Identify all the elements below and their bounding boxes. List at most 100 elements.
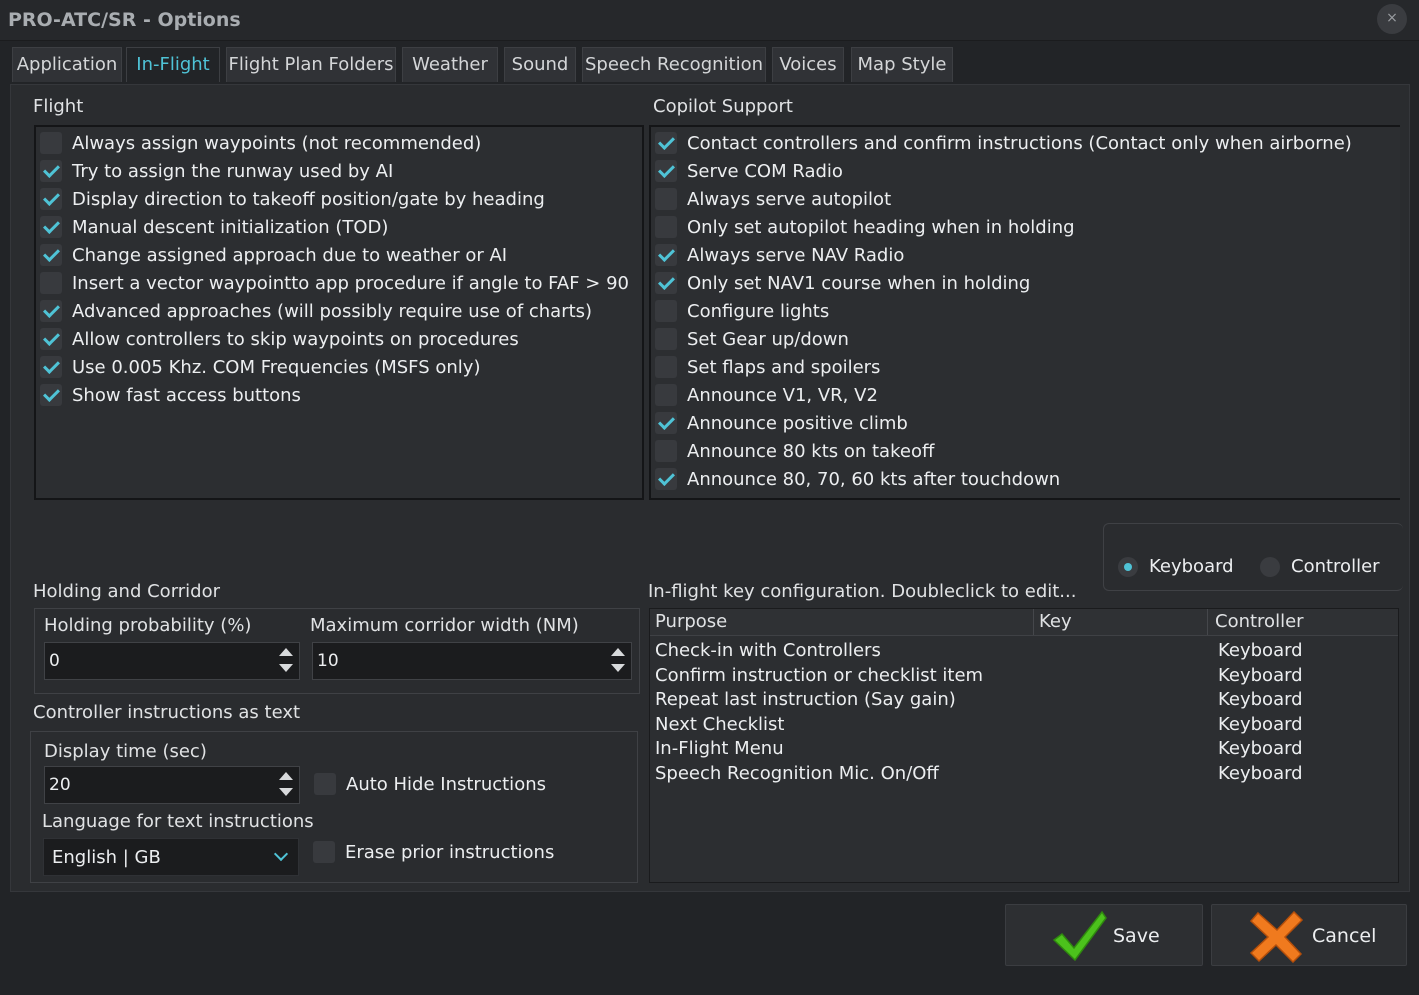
copilot-option-row[interactable]: Serve COM Radio	[655, 157, 843, 185]
column-separator[interactable]	[1033, 609, 1034, 635]
tab-application[interactable]: Application	[12, 47, 122, 82]
copilot-option-checkbox[interactable]	[655, 412, 677, 434]
save-button[interactable]: Save	[1005, 904, 1203, 966]
display-time-label: Display time (sec)	[44, 741, 207, 762]
flight-option-row[interactable]: Use 0.005 Khz. COM Frequencies (MSFS onl…	[40, 353, 480, 381]
flight-option-checkbox[interactable]	[40, 244, 62, 266]
display-time-input[interactable]	[49, 775, 227, 795]
table-row[interactable]: Repeat last instruction (Say gain) Keyboa…	[650, 689, 1398, 713]
copilot-option-row[interactable]: Announce positive climb	[655, 409, 908, 437]
tab-flight-plan-folders[interactable]: Flight Plan Folders	[226, 47, 396, 82]
copilot-option-row[interactable]: Always serve NAV Radio	[655, 241, 904, 269]
tab-sound[interactable]: Sound	[504, 47, 576, 82]
copilot-option-row[interactable]: Set flaps and spoilers	[655, 353, 880, 381]
flight-option-row[interactable]: Always assign waypoints (not recommended…	[40, 129, 481, 157]
controller-radio-row[interactable]: Controller	[1260, 556, 1380, 577]
copilot-option-checkbox[interactable]	[655, 328, 677, 350]
language-select[interactable]: English | GB	[43, 838, 299, 876]
tab-speech-recognition[interactable]: Speech Recognition	[582, 47, 766, 82]
cancel-button[interactable]: Cancel	[1211, 904, 1407, 966]
flight-option-checkbox[interactable]	[40, 300, 62, 322]
corridor-width-spinner[interactable]	[312, 642, 632, 680]
tab-weather[interactable]: Weather	[402, 47, 498, 82]
table-row[interactable]: Check-in with Controllers Keyboard	[650, 640, 1398, 664]
tab-label: Sound	[511, 54, 569, 75]
flight-option-label: Allow controllers to skip waypoints on p…	[72, 328, 519, 350]
flight-option-row[interactable]: Show fast access buttons	[40, 381, 301, 409]
copilot-option-row[interactable]: Only set NAV1 course when in holding	[655, 269, 1030, 297]
column-header-controller[interactable]: Controller	[1215, 611, 1304, 632]
table-row[interactable]: Next Checklist Keyboard	[650, 714, 1398, 738]
display-time-spinner[interactable]	[44, 766, 300, 804]
flight-option-row[interactable]: Try to assign the runway used by AI	[40, 157, 393, 185]
column-header-key[interactable]: Key	[1039, 611, 1072, 632]
close-button[interactable]: ×	[1377, 4, 1407, 34]
holding-probability-input[interactable]	[49, 651, 227, 671]
spin-down-icon[interactable]	[279, 788, 293, 796]
keyboard-radio-row[interactable]: Keyboard	[1118, 556, 1234, 577]
flight-option-checkbox[interactable]	[40, 328, 62, 350]
flight-option-row[interactable]: Change assigned approach due to weather …	[40, 241, 507, 269]
spinner-buttons[interactable]	[275, 645, 297, 677]
holding-probability-spinner[interactable]	[44, 642, 300, 680]
spin-up-icon[interactable]	[611, 648, 625, 656]
flight-option-checkbox[interactable]	[40, 272, 62, 294]
copilot-option-row[interactable]: Always serve autopilot	[655, 185, 891, 213]
flight-option-checkbox[interactable]	[40, 356, 62, 378]
erase-checkbox-row[interactable]: Erase prior instructions	[313, 838, 554, 866]
tab-label: Flight Plan Folders	[228, 54, 394, 75]
flight-option-row[interactable]: Manual descent initialization (TOD)	[40, 213, 388, 241]
copilot-option-row[interactable]: Set Gear up/down	[655, 325, 849, 353]
copilot-option-checkbox[interactable]	[655, 244, 677, 266]
corridor-width-input[interactable]	[317, 651, 540, 671]
flight-option-row[interactable]: Advanced approaches (will possibly requi…	[40, 297, 592, 325]
auto-hide-checkbox[interactable]	[314, 773, 336, 795]
keyboard-radio[interactable]	[1118, 556, 1138, 577]
flight-option-checkbox[interactable]	[40, 160, 62, 182]
spin-up-icon[interactable]	[279, 648, 293, 656]
flight-option-checkbox[interactable]	[40, 384, 62, 406]
copilot-option-checkbox[interactable]	[655, 468, 677, 490]
copilot-option-checkbox[interactable]	[655, 300, 677, 322]
cell-purpose: Next Checklist	[655, 713, 785, 735]
copilot-option-row[interactable]: Announce 80 kts on takeoff	[655, 437, 934, 465]
column-separator[interactable]	[1207, 609, 1208, 635]
copilot-option-checkbox[interactable]	[655, 384, 677, 406]
tab-voices[interactable]: Voices	[772, 47, 844, 82]
copilot-option-row[interactable]: Announce 80, 70, 60 kts after touchdown	[655, 465, 1060, 493]
flight-option-checkbox[interactable]	[40, 188, 62, 210]
flight-option-row[interactable]: Display direction to takeoff position/ga…	[40, 185, 545, 213]
auto-hide-checkbox-row[interactable]: Auto Hide Instructions	[314, 770, 546, 798]
copilot-option-row[interactable]: Configure lights	[655, 297, 829, 325]
copilot-option-row[interactable]: Only set autopilot heading when in holdi…	[655, 213, 1075, 241]
table-row[interactable]: Confirm instruction or checklist item Key…	[650, 665, 1398, 689]
controller-radio[interactable]	[1260, 556, 1280, 577]
spin-up-icon[interactable]	[279, 772, 293, 780]
tab-in-flight[interactable]: In-Flight	[126, 47, 220, 82]
cancel-label: Cancel	[1312, 925, 1377, 947]
copilot-option-row[interactable]: Contact controllers and confirm instruct…	[655, 129, 1352, 157]
flight-option-checkbox[interactable]	[40, 132, 62, 154]
copilot-option-checkbox[interactable]	[655, 440, 677, 462]
copilot-option-checkbox[interactable]	[655, 272, 677, 294]
spinner-buttons[interactable]	[607, 645, 629, 677]
tab-map-style[interactable]: Map Style	[851, 47, 953, 82]
copilot-option-label: Set Gear up/down	[687, 328, 849, 350]
copilot-option-checkbox[interactable]	[655, 160, 677, 182]
copilot-option-checkbox[interactable]	[655, 132, 677, 154]
copilot-option-label: Contact controllers and confirm instruct…	[687, 132, 1352, 154]
copilot-option-checkbox[interactable]	[655, 188, 677, 210]
table-row[interactable]: Speech Recognition Mic. On/Off Keyboard	[650, 763, 1398, 787]
column-header-purpose[interactable]: Purpose	[655, 611, 727, 632]
table-row[interactable]: In-Flight Menu Keyboard	[650, 738, 1398, 762]
copilot-option-row[interactable]: Announce V1, VR, V2	[655, 381, 878, 409]
spin-down-icon[interactable]	[279, 664, 293, 672]
copilot-option-checkbox[interactable]	[655, 356, 677, 378]
flight-option-row[interactable]: Insert a vector waypointto app procedure…	[40, 269, 629, 297]
erase-prior-checkbox[interactable]	[313, 841, 335, 863]
copilot-option-checkbox[interactable]	[655, 216, 677, 238]
spinner-buttons[interactable]	[275, 769, 297, 801]
flight-option-row[interactable]: Allow controllers to skip waypoints on p…	[40, 325, 519, 353]
flight-option-checkbox[interactable]	[40, 216, 62, 238]
spin-down-icon[interactable]	[611, 664, 625, 672]
